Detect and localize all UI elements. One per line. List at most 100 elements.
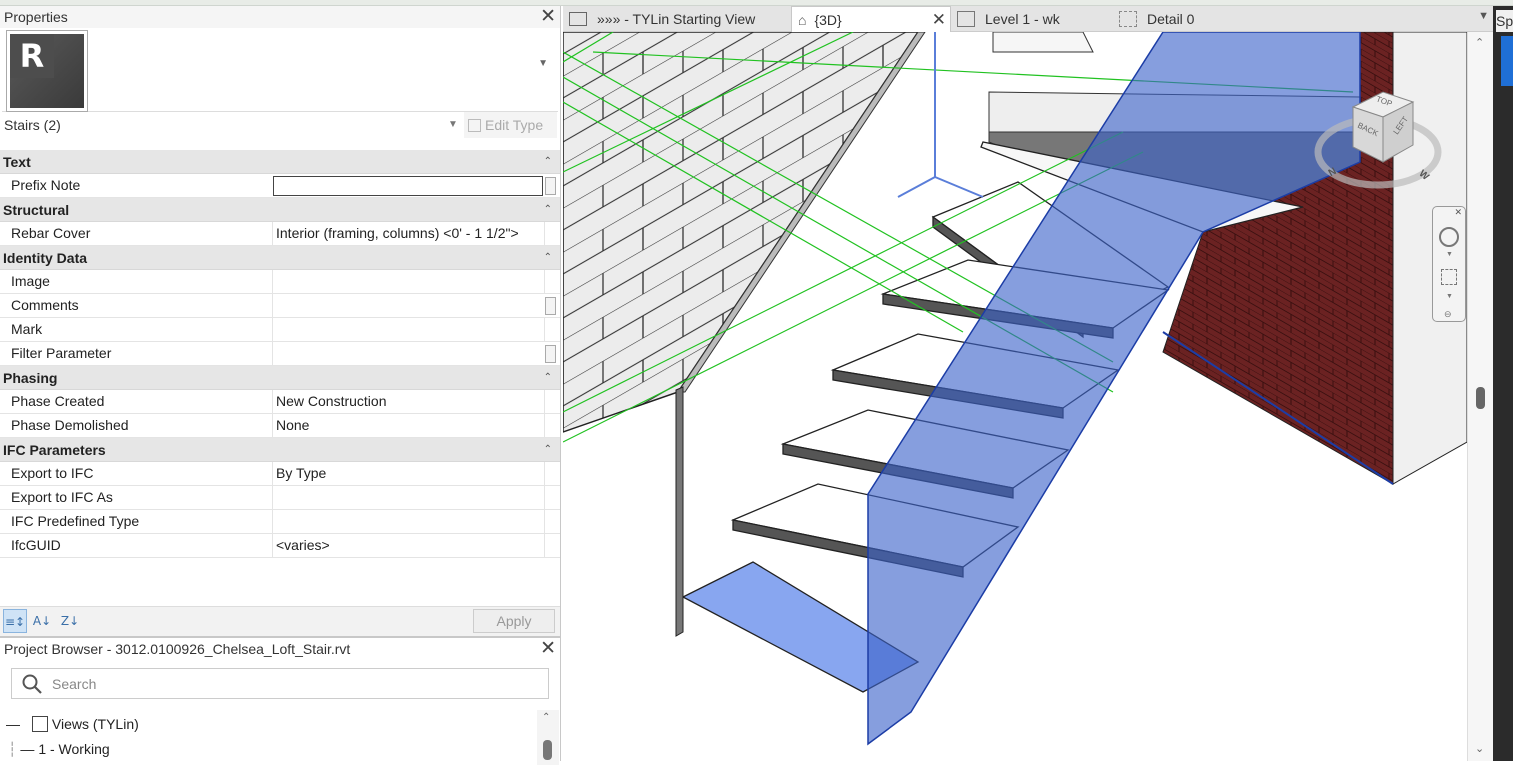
home-icon: ⌂ <box>798 12 807 28</box>
search-icon <box>22 674 42 694</box>
group-header-ifc-parameters[interactable]: IFC Parameters ⌃ <box>0 438 560 462</box>
tree-item-working[interactable]: ┆ —1 - Working <box>8 741 110 758</box>
property-row: Export to IFC As <box>0 486 560 510</box>
chevron-down-icon[interactable]: ▼ <box>538 58 548 69</box>
browser-scrollbar[interactable]: ⌃ <box>537 710 559 765</box>
property-cell-end <box>544 510 559 534</box>
property-value[interactable] <box>272 342 544 366</box>
tab-label: Level 1 - wk <box>985 11 1060 27</box>
tab-label: »»» - TYLin Starting View <box>597 11 756 27</box>
properties-grid: Text ⌃ Prefix Note Structural ⌃ Rebar Cove… <box>0 150 560 558</box>
apply-button[interactable]: Apply <box>473 609 555 633</box>
instance-filter-label: Stairs (2) <box>4 117 61 133</box>
property-value[interactable]: Interior (framing, columns) <0' - 1 1/2"… <box>272 222 544 246</box>
browser-title-label: Project Browser - 3012.0100926_Chelsea_L… <box>4 641 351 657</box>
property-row: Mark <box>0 318 560 342</box>
property-label: Prefix Note <box>11 177 81 193</box>
property-value[interactable] <box>272 294 544 318</box>
tabs-overflow-icon[interactable]: ▼ <box>1478 10 1489 22</box>
property-cell-end <box>544 390 559 414</box>
scroll-up-icon[interactable]: ⌃ <box>1475 36 1484 49</box>
collapse-icon[interactable]: ⌃ <box>544 438 552 462</box>
tab-detail-0[interactable]: Detail 0 <box>1117 6 1277 32</box>
property-label: Mark <box>11 321 43 337</box>
collapse-icon[interactable]: ⌃ <box>544 246 552 270</box>
group-label: Structural <box>3 202 70 218</box>
property-label: Filter Parameter <box>11 345 112 361</box>
group-header-text[interactable]: Text ⌃ <box>0 150 560 174</box>
right-panel-title: Sp <box>1496 10 1513 32</box>
group-header-phasing[interactable]: Phasing ⌃ <box>0 366 560 390</box>
property-label: Phase Created <box>11 393 105 409</box>
view-icon <box>569 12 587 26</box>
tree-item-label: Views (TYLin) <box>51 716 139 732</box>
property-row: Phase Created New Construction <box>0 390 560 414</box>
search-placeholder: Search <box>52 676 97 692</box>
3d-viewport[interactable]: BACK LEFT TOP N W <box>563 32 1467 761</box>
property-value[interactable]: By Type <box>272 462 544 486</box>
stringer-post[interactable] <box>675 386 684 637</box>
categorized-sort-icon[interactable]: ≡↕ <box>3 609 27 633</box>
revit-family-thumbnail: R <box>6 30 88 112</box>
scroll-thumb[interactable] <box>1476 387 1485 409</box>
zoom-region-icon[interactable] <box>1441 269 1457 285</box>
property-cell-end <box>544 222 559 246</box>
property-cell-end <box>544 270 559 294</box>
view-tabs: »»» - TYLin Starting View ⌂ {3D} ✕ Level … <box>563 6 1493 32</box>
scroll-down-icon[interactable]: ⌄ <box>1475 742 1484 755</box>
sort-descending-icon[interactable]: Z↓ <box>58 609 82 633</box>
viewport-scrollbar[interactable]: ⌃ ⌄ <box>1467 32 1493 761</box>
instance-filter[interactable]: Stairs (2) ▼ Edit Type <box>0 112 560 138</box>
group-header-structural[interactable]: Structural ⌃ <box>0 198 560 222</box>
scroll-up-icon[interactable]: ⌃ <box>542 712 550 723</box>
nav-bar-options-icon[interactable]: ⊖ <box>1444 309 1452 320</box>
prefix-note-field[interactable] <box>273 176 543 196</box>
property-value[interactable]: None <box>272 414 544 438</box>
property-cell-end <box>544 486 559 510</box>
chevron-down-icon[interactable]: ▼ <box>1446 293 1453 300</box>
property-button[interactable] <box>545 177 556 195</box>
property-value[interactable]: New Construction <box>272 390 544 414</box>
property-value[interactable] <box>272 510 544 534</box>
property-row: Phase Demolished None <box>0 414 560 438</box>
right-panel-accent[interactable] <box>1501 36 1513 86</box>
close-icon[interactable]: ✕ <box>1454 207 1462 218</box>
close-icon[interactable]: ✕ <box>540 6 556 28</box>
collapse-icon[interactable]: ⌃ <box>544 150 552 174</box>
property-button[interactable] <box>545 345 556 363</box>
property-row: IFC Predefined Type <box>0 510 560 534</box>
tab-starting-view[interactable]: »»» - TYLin Starting View <box>567 6 789 32</box>
chevron-down-icon[interactable]: ▼ <box>448 112 458 138</box>
property-value[interactable]: <varies> <box>272 534 544 558</box>
steering-wheel-icon[interactable] <box>1439 227 1459 247</box>
collapse-icon[interactable]: — <box>20 741 38 757</box>
search-input[interactable]: Search <box>11 668 549 699</box>
property-row: Image <box>0 270 560 294</box>
property-label: Export to IFC <box>11 465 94 481</box>
close-icon[interactable]: ✕ <box>540 638 556 660</box>
property-value[interactable] <box>272 486 544 510</box>
chevron-down-icon[interactable]: ▼ <box>1446 251 1453 258</box>
property-value[interactable] <box>272 318 544 342</box>
collapse-icon[interactable]: ⌃ <box>544 366 552 390</box>
group-header-identity-data[interactable]: Identity Data ⌃ <box>0 246 560 270</box>
tab-3d[interactable]: ⌂ {3D} ✕ <box>791 6 951 32</box>
tab-level-1[interactable]: Level 1 - wk <box>955 6 1115 32</box>
type-selector-box[interactable]: R ▼ <box>2 28 558 112</box>
edit-type-button[interactable]: Edit Type <box>464 112 557 138</box>
property-label: Rebar Cover <box>11 225 91 241</box>
viewcube[interactable]: BACK LEFT TOP N W <box>1313 87 1443 197</box>
scroll-thumb[interactable] <box>543 740 552 760</box>
property-cell-end <box>544 462 559 486</box>
tree-item-views[interactable]: — Views (TYLin) <box>6 716 139 732</box>
collapse-icon[interactable]: — <box>6 716 22 732</box>
property-cell-end <box>544 414 559 438</box>
close-icon[interactable]: ✕ <box>932 7 946 33</box>
plan-icon <box>957 11 975 27</box>
collapse-icon[interactable]: ⌃ <box>544 198 552 222</box>
property-value[interactable] <box>272 270 544 294</box>
properties-panel: Properties ✕ R ▼ Stairs (2) ▼ Edit Type … <box>0 6 561 636</box>
properties-title-label: Properties <box>4 9 68 25</box>
sort-ascending-icon[interactable]: A↓ <box>30 609 54 633</box>
property-button[interactable] <box>545 297 556 315</box>
